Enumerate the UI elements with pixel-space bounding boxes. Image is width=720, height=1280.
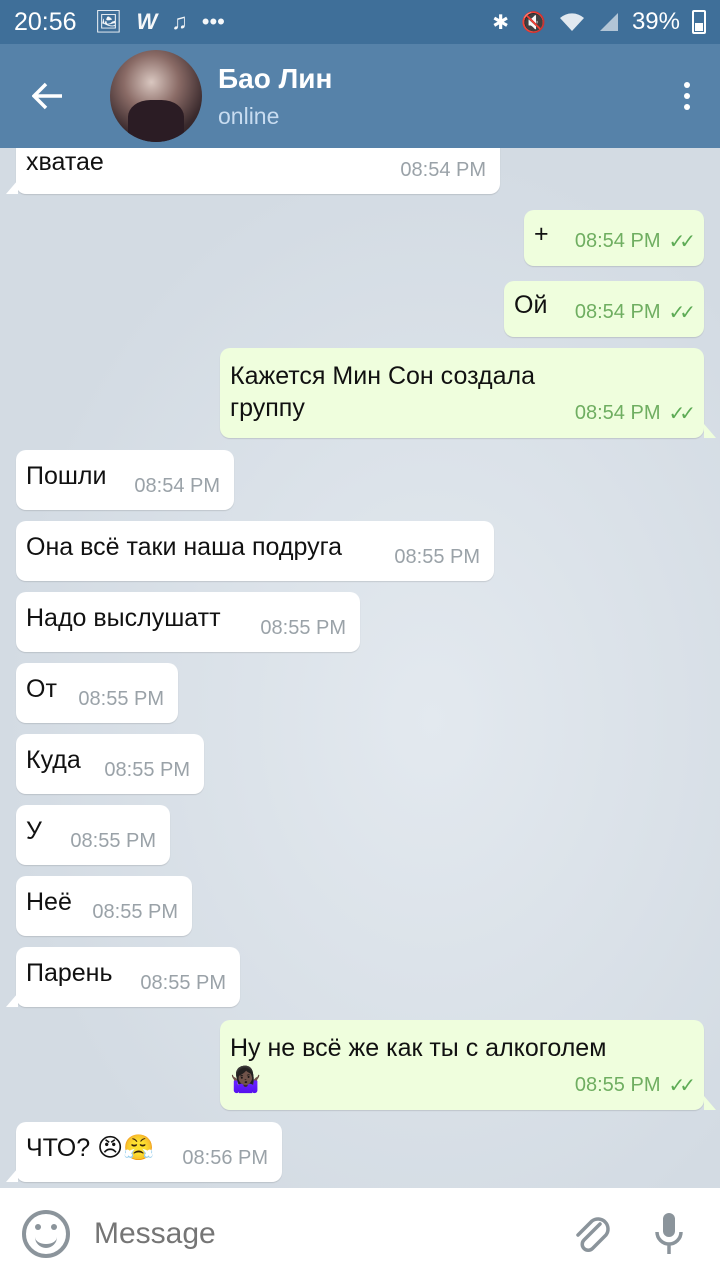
message-time: 08:54 PM — [400, 159, 486, 181]
message-text: Надо выслушатт — [26, 604, 221, 632]
message-text: хватае — [26, 148, 104, 176]
read-checks-icon: ✓✓ — [668, 302, 695, 324]
battery-icon — [692, 10, 706, 34]
message-text: У — [26, 817, 42, 845]
message-time: 08:55 PM — [574, 1074, 661, 1096]
microphone-icon — [655, 1213, 683, 1254]
message-outgoing[interactable]: Ой 08:54 PM ✓✓ — [504, 281, 704, 337]
message-incoming[interactable]: Надо выслушатт 08:55 PM — [16, 592, 360, 652]
message-text: Парень — [26, 959, 113, 987]
chat-history[interactable]: хватае 08:54 PM + 08:54 PM ✓✓ Ой 08:54 PM… — [0, 148, 720, 1188]
message-outgoing[interactable]: Ну не всё же как ты с алкоголем 🤷🏿‍♀️ 08… — [220, 1020, 716, 1110]
peer-status: online — [218, 102, 280, 129]
back-arrow-icon — [32, 82, 62, 110]
message-text: ЧТО? 😠😤 — [26, 1134, 155, 1162]
message-time: 08:55 PM — [140, 972, 226, 994]
message-incoming[interactable]: ЧТО? 😠😤 08:56 PM — [6, 1122, 282, 1182]
message-outgoing[interactable]: + 08:54 PM ✓✓ — [524, 210, 704, 266]
wifi-icon — [559, 13, 584, 31]
message-time: 08:56 PM — [182, 1147, 268, 1169]
read-checks-icon: ✓✓ — [668, 231, 695, 253]
message-time: 08:55 PM — [260, 617, 346, 639]
status-time: 20:56 — [14, 7, 77, 36]
message-text-line2: группу — [230, 394, 305, 422]
status-bar: 20:56 🖼 W ♫ ••• ✱ 🔇 39% — [0, 0, 720, 44]
message-text: От — [26, 675, 57, 703]
mic-button[interactable] — [654, 1210, 684, 1258]
peer-info[interactable]: Бао Лин online — [218, 63, 332, 130]
message-incoming[interactable]: От 08:55 PM — [16, 663, 178, 723]
emoji-button[interactable] — [22, 1210, 70, 1258]
peer-name: Бао Лин — [218, 62, 333, 94]
message-text: Неё — [26, 888, 72, 916]
message-composer — [0, 1188, 720, 1280]
more-menu-button[interactable] — [684, 82, 690, 110]
message-incoming[interactable]: Она всё таки наша подруга 08:55 PM — [16, 521, 494, 581]
message-incoming[interactable]: хватае 08:54 PM — [6, 148, 500, 194]
message-emoji: 🤷🏿‍♀️ — [230, 1066, 262, 1094]
read-checks-icon: ✓✓ — [668, 1075, 695, 1097]
read-checks-icon: ✓✓ — [668, 403, 695, 425]
message-incoming[interactable]: Куда 08:55 PM — [16, 734, 204, 794]
attach-button[interactable] — [572, 1210, 612, 1258]
more-icon: ••• — [201, 9, 225, 34]
back-button[interactable] — [0, 44, 96, 148]
message-text: Пошли — [26, 462, 107, 490]
message-time: 08:55 PM — [104, 759, 190, 781]
message-time: 08:54 PM — [574, 301, 661, 323]
message-time: 08:55 PM — [78, 688, 164, 710]
message-time: 08:55 PM — [394, 546, 480, 568]
mute-icon: 🔇 — [521, 11, 546, 34]
paperclip-icon — [576, 1217, 610, 1252]
message-incoming[interactable]: Парень 08:55 PM — [6, 947, 240, 1007]
avatar[interactable] — [110, 50, 202, 142]
message-text-line1: Кажется Мин Сон создала — [230, 362, 535, 390]
w-icon: W — [136, 9, 158, 34]
message-text: Ой — [514, 291, 548, 319]
message-incoming[interactable]: У 08:55 PM — [16, 805, 170, 865]
message-time: 08:54 PM — [574, 230, 661, 252]
message-text: Куда — [26, 746, 81, 774]
message-time: 08:54 PM — [134, 475, 220, 497]
message-outgoing[interactable]: Кажется Мин Сон создала группу 08:54 PM ✓… — [220, 348, 716, 438]
battery-percent: 39% — [631, 8, 680, 35]
message-time: 08:54 PM — [574, 402, 661, 424]
message-input[interactable] — [94, 1217, 534, 1251]
chat-header: Бао Лин online — [0, 44, 720, 148]
message-incoming[interactable]: Неё 08:55 PM — [16, 876, 192, 936]
message-time: 08:55 PM — [70, 830, 156, 852]
message-incoming[interactable]: Пошли 08:54 PM — [16, 450, 234, 510]
message-text-line1: Ну не всё же как ты с алкоголем — [230, 1034, 607, 1062]
bluetooth-icon: ✱ — [492, 11, 510, 34]
message-text: Она всё таки наша подруга — [26, 533, 343, 561]
music-icon: ♫ — [171, 9, 188, 34]
signal-icon — [599, 13, 618, 31]
message-text: + — [534, 220, 549, 248]
gallery-icon: 🖼 — [94, 9, 123, 34]
message-time: 08:55 PM — [92, 901, 178, 923]
